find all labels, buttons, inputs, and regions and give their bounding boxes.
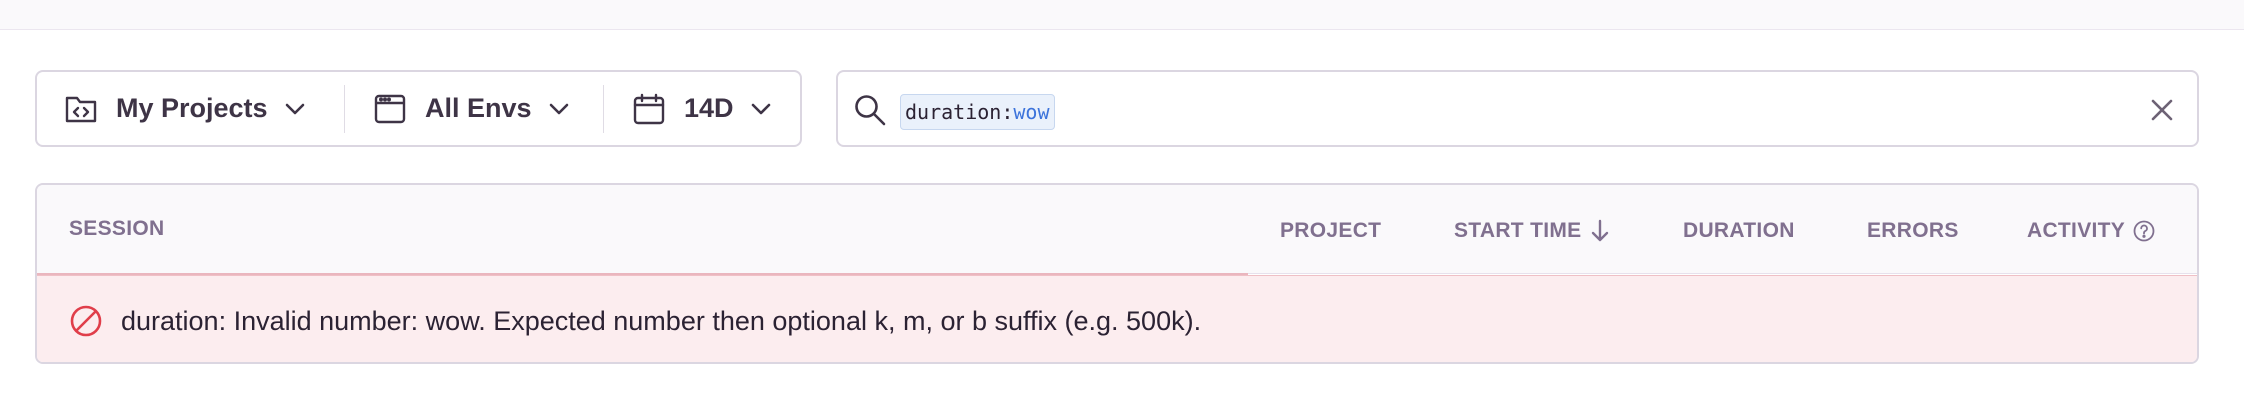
column-header-session[interactable]: Session xyxy=(69,217,164,241)
arrow-down-icon xyxy=(1589,219,1611,243)
column-header-errors[interactable]: Errors xyxy=(1867,219,1959,243)
column-header-duration[interactable]: Duration xyxy=(1683,219,1795,243)
token-key: duration: xyxy=(905,100,1014,124)
folder-code-icon xyxy=(64,92,98,126)
question-circle-icon[interactable] xyxy=(2133,220,2155,242)
column-header-project[interactable]: Project xyxy=(1280,219,1381,243)
replay-table: Session Project Start Time Duration Erro… xyxy=(35,183,2199,364)
search-filter-token[interactable]: duration: wow xyxy=(900,94,1055,130)
column-header-start-time-label: Start Time xyxy=(1454,219,1582,242)
project-filter-button[interactable]: My Projects xyxy=(37,72,344,145)
search-icon xyxy=(852,92,888,128)
top-strip xyxy=(0,0,2244,30)
chevron-down-icon xyxy=(284,98,306,120)
project-filter-label: My Projects xyxy=(116,93,268,123)
environment-filter-label: All Envs xyxy=(425,93,532,123)
date-range-filter-label: 14D xyxy=(684,93,734,123)
close-icon[interactable] xyxy=(2147,95,2177,125)
calendar-icon xyxy=(632,92,666,126)
prohibited-icon xyxy=(69,304,103,338)
column-header-start-time[interactable]: Start Time xyxy=(1454,219,1611,243)
page-filter-bar: My Projects All Envs 14D xyxy=(35,70,802,147)
token-value: wow xyxy=(1013,100,1050,124)
environment-filter-button[interactable]: All Envs xyxy=(345,72,603,145)
date-range-filter-button[interactable]: 14D xyxy=(604,72,800,145)
column-header-activity[interactable]: Activity xyxy=(2027,219,2155,243)
table-header: Session Project Start Time Duration Erro… xyxy=(37,185,2197,274)
browser-window-icon xyxy=(373,92,407,126)
error-message-text: duration: Invalid number: wow. Expected … xyxy=(121,305,1202,336)
error-message-row: duration: Invalid number: wow. Expected … xyxy=(37,275,2197,362)
search-bar[interactable]: duration: wow xyxy=(836,70,2199,147)
chevron-down-icon xyxy=(548,98,570,120)
column-header-activity-label: Activity xyxy=(2027,219,2126,242)
chevron-down-icon xyxy=(750,98,772,120)
